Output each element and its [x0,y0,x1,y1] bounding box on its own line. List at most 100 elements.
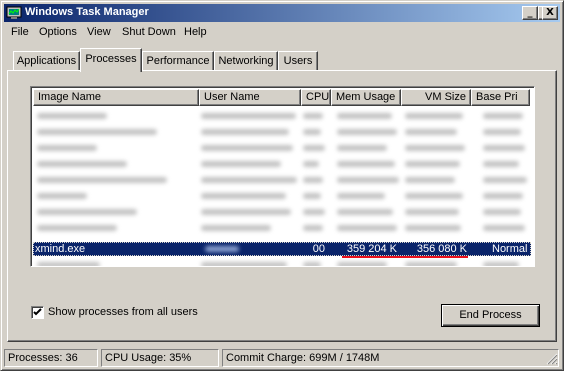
redacted-process-row[interactable] [33,108,534,124]
process-mem-usage: 359 204 K [346,243,397,255]
menu-file[interactable]: File [11,26,29,38]
title-bar[interactable]: Windows Task Manager _ □ [4,4,560,22]
tab-networking[interactable]: Networking [214,51,278,71]
redacted-cell [337,193,385,199]
redacted-cell [405,262,457,266]
selected-process-row[interactable]: xmind.exe 00 359 204 K 356 080 K Normal [33,242,531,256]
redacted-process-row[interactable] [33,257,534,266]
redacted-cell [37,225,117,231]
checkmark-icon [33,308,42,316]
process-cpu: 00 [312,243,325,255]
task-manager-icon [6,6,22,19]
redacted-cell [201,225,271,231]
redacted-cell [201,177,297,183]
redacted-cell [303,113,323,119]
redacted-cell [483,113,523,119]
redacted-cell [303,262,321,266]
redacted-cell [405,177,455,183]
close-button[interactable]: X [542,6,558,20]
column-cpu[interactable]: CPU [301,89,331,106]
process-list[interactable]: Image Name User Name CPU Mem Usage VM Si… [30,86,535,267]
redacted-cell [37,209,137,215]
redacted-cell [37,262,100,266]
resize-grip-icon[interactable] [546,353,558,365]
column-image-name[interactable]: Image Name [33,89,199,106]
process-base-pri: Normal [492,243,528,255]
tab-label: Performance [146,55,210,67]
tab-label: Networking [218,55,274,67]
redacted-cell [37,145,97,151]
redacted-cell [405,113,463,119]
minimize-icon: _ [527,7,533,18]
minimize-button[interactable]: _ [522,6,538,20]
redacted-cell [303,145,325,151]
redacted-cell [201,113,296,119]
redacted-process-row[interactable] [33,172,534,188]
menu-shut-down[interactable]: Shut Down [122,26,176,38]
process-vm-size: 356 080 K [416,243,467,255]
processes-panel: Image Name User Name CPU Mem Usage VM Si… [7,70,557,342]
redacted-cell [405,129,457,135]
redacted-cell [405,209,459,215]
column-vm-size[interactable]: VM Size [401,89,471,106]
redacted-cell [303,129,321,135]
redacted-cell [37,177,167,183]
tab-processes[interactable]: Processes [80,48,142,72]
menu-view[interactable]: View [87,26,111,38]
menu-bar: File Options View Shut Down Help [4,24,560,42]
tab-applications[interactable]: Applications [13,51,80,71]
task-manager-window: Windows Task Manager _ □ X File Options … [0,0,564,371]
column-mem-usage[interactable]: Mem Usage [331,89,401,106]
redacted-cell [483,161,519,167]
red-annotation-underline [342,256,468,258]
status-commit-charge: Commit Charge: 699M / 1748M [222,349,559,367]
redacted-cell [201,129,289,135]
process-user-name-redacted [205,242,239,256]
redacted-cell [37,161,127,167]
tab-label: Users [283,55,313,67]
redacted-process-row[interactable] [33,204,534,220]
redacted-cell [303,161,319,167]
column-base-pri[interactable]: Base Pri [471,89,530,106]
show-all-users-label[interactable]: Show processes from all users [48,306,198,318]
redacted-process-row[interactable] [33,156,534,172]
redacted-cell [201,209,291,215]
menu-help[interactable]: Help [184,26,207,38]
redacted-cell [37,193,87,199]
redacted-cell [337,161,395,167]
redacted-cell [405,161,460,167]
redacted-process-row[interactable] [33,124,534,140]
redacted-process-row[interactable] [33,188,534,204]
redacted-cell [405,193,463,199]
redacted-cell [303,193,321,199]
process-image-name: xmind.exe [35,243,86,255]
status-bar: Processes: 36 CPU Usage: 35% Commit Char… [4,349,560,367]
redacted-cell [201,193,286,199]
close-icon: X [546,7,554,18]
end-process-button[interactable]: End Process [441,304,540,327]
redacted-cell [483,225,525,231]
redacted-cell [405,225,461,231]
column-header-row: Image Name User Name CPU Mem Usage VM Si… [33,89,532,106]
tab-label: Processes [85,53,137,65]
menu-options[interactable]: Options [39,26,77,38]
status-processes: Processes: 36 [4,349,98,367]
column-user-name[interactable]: User Name [199,89,301,106]
tab-performance[interactable]: Performance [142,51,214,71]
redacted-cell [303,209,325,215]
redacted-process-row[interactable] [33,220,534,236]
show-all-users-checkbox[interactable] [31,306,44,319]
redacted-cell [337,225,397,231]
redacted-cell [337,129,397,135]
status-cpu-usage: CPU Usage: 35% [101,349,219,367]
window-title: Windows Task Manager [25,6,149,18]
tab-label: Applications [16,55,77,67]
redacted-cell [483,129,521,135]
redacted-cell [483,262,519,266]
tab-users[interactable]: Users [278,51,318,71]
redacted-cell [337,145,387,151]
redacted-cell [37,129,157,135]
redacted-cell [303,177,323,183]
redacted-cell [201,262,287,266]
redacted-process-row[interactable] [33,140,534,156]
